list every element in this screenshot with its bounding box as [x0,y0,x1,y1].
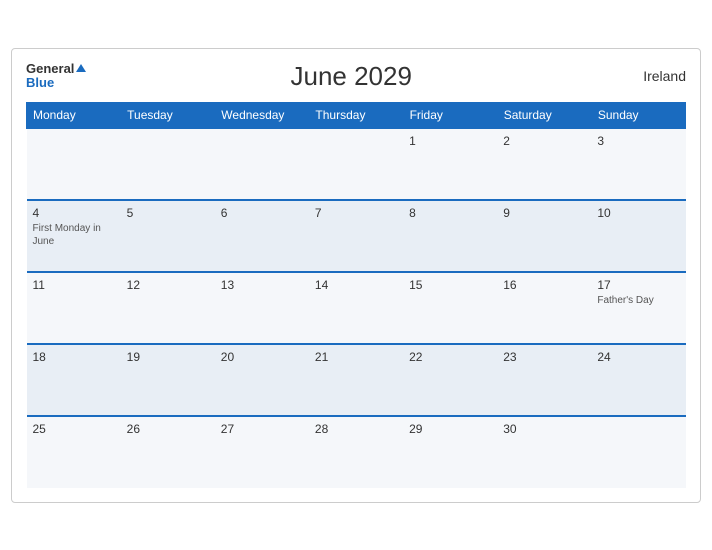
calendar-cell: 25 [27,416,121,488]
calendar-cell: 17 Father's Day [591,272,685,344]
calendar-cell [591,416,685,488]
day-event: First Monday in June [33,222,115,248]
day-number: 1 [409,134,491,148]
calendar-cell: 29 [403,416,497,488]
day-number: 29 [409,422,491,436]
calendar-cell [27,128,121,200]
day-number: 10 [597,206,679,220]
day-number: 14 [315,278,397,292]
calendar-cell: 5 [121,200,215,272]
day-number: 13 [221,278,303,292]
calendar-cell: 21 [309,344,403,416]
calendar-cell: 11 [27,272,121,344]
day-number: 21 [315,350,397,364]
calendar-cell: 22 [403,344,497,416]
calendar-cell: 2 [497,128,591,200]
day-number: 16 [503,278,585,292]
calendar-cell: 12 [121,272,215,344]
day-number: 20 [221,350,303,364]
calendar-cell: 13 [215,272,309,344]
day-number: 25 [33,422,115,436]
calendar-cell: 23 [497,344,591,416]
calendar-cell: 14 [309,272,403,344]
day-number: 4 [33,206,115,220]
calendar-grid: Monday Tuesday Wednesday Thursday Friday… [26,102,686,488]
day-number: 8 [409,206,491,220]
day-number: 23 [503,350,585,364]
calendar-title: June 2029 [86,61,616,92]
calendar-week-row: 11 12 13 14 15 16 17 Father's Day [27,272,686,344]
day-number: 2 [503,134,585,148]
calendar-cell: 15 [403,272,497,344]
header-sunday: Sunday [591,102,685,128]
calendar-cell [309,128,403,200]
calendar-cell: 20 [215,344,309,416]
calendar-cell: 1 [403,128,497,200]
header-friday: Friday [403,102,497,128]
day-number: 3 [597,134,679,148]
day-number: 9 [503,206,585,220]
calendar-cell: 30 [497,416,591,488]
calendar-cell: 4 First Monday in June [27,200,121,272]
header-saturday: Saturday [497,102,591,128]
logo-general-text: General [26,62,86,76]
calendar-week-row: 4 First Monday in June 56789 10 [27,200,686,272]
day-number: 30 [503,422,585,436]
calendar-cell: 7 [309,200,403,272]
header-thursday: Thursday [309,102,403,128]
header-tuesday: Tuesday [121,102,215,128]
logo-blue-text: Blue [26,76,86,90]
day-number: 26 [127,422,209,436]
calendar-cell [121,128,215,200]
logo-triangle-icon [76,64,86,72]
day-number: 5 [127,206,209,220]
header-wednesday: Wednesday [215,102,309,128]
weekday-header-row: Monday Tuesday Wednesday Thursday Friday… [27,102,686,128]
day-number: 12 [127,278,209,292]
calendar-week-row: 25 26 27 28 29 30 [27,416,686,488]
day-number: 24 [597,350,679,364]
calendar-container: General Blue June 2029 Ireland Monday Tu… [11,48,701,503]
day-number: 17 [597,278,679,292]
calendar-header: General Blue June 2029 Ireland [26,61,686,92]
calendar-cell: 6 [215,200,309,272]
calendar-cell: 19 [121,344,215,416]
calendar-week-row: 18 19 20 21 22 23 24 [27,344,686,416]
logo: General Blue [26,62,86,91]
calendar-cell: 28 [309,416,403,488]
day-number: 11 [33,278,115,292]
day-event: Father's Day [597,294,679,307]
day-number: 6 [221,206,303,220]
calendar-cell: 24 [591,344,685,416]
calendar-cell: 10 [591,200,685,272]
calendar-week-row: 123 [27,128,686,200]
day-number: 22 [409,350,491,364]
day-number: 15 [409,278,491,292]
day-number: 18 [33,350,115,364]
calendar-cell: 27 [215,416,309,488]
calendar-cell: 18 [27,344,121,416]
day-number: 27 [221,422,303,436]
calendar-body: 1234First Monday in June5678910111213141… [27,128,686,488]
calendar-country: Ireland [616,68,686,84]
day-number: 19 [127,350,209,364]
calendar-cell: 16 [497,272,591,344]
calendar-cell: 8 [403,200,497,272]
day-number: 7 [315,206,397,220]
header-monday: Monday [27,102,121,128]
calendar-cell: 9 [497,200,591,272]
calendar-cell: 26 [121,416,215,488]
calendar-cell [215,128,309,200]
calendar-cell: 3 [591,128,685,200]
day-number: 28 [315,422,397,436]
